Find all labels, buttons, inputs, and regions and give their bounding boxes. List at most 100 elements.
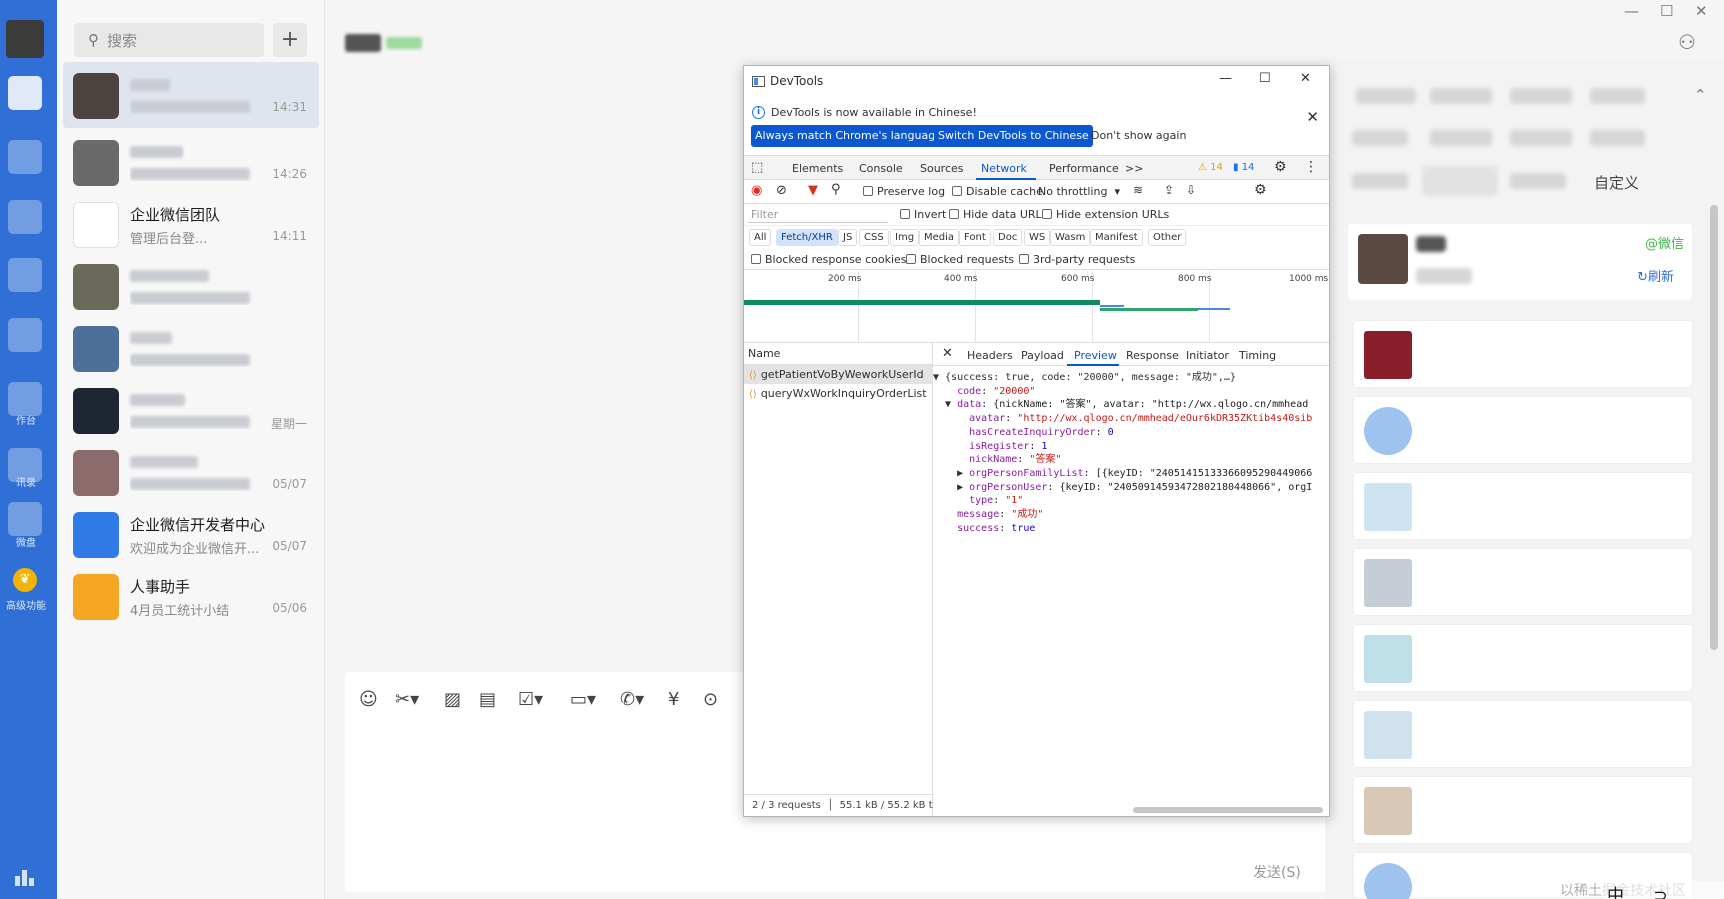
doctor-card[interactable] — [1353, 320, 1693, 388]
doctor-card[interactable] — [1353, 776, 1693, 844]
chip-doc[interactable]: Doc — [993, 229, 1023, 246]
tab-network[interactable]: Network — [981, 162, 1027, 175]
panel-tab-8[interactable] — [1590, 130, 1645, 146]
chip-img[interactable]: Img — [890, 229, 920, 246]
doctor-card[interactable] — [1353, 700, 1693, 768]
blocked-cookies-checkbox[interactable]: Blocked response cookies — [751, 253, 907, 266]
panel-tab-4[interactable] — [1590, 88, 1645, 104]
tab-initiator[interactable]: Initiator — [1186, 349, 1229, 362]
nav-drive-icon[interactable] — [8, 502, 42, 536]
conversation-item[interactable]: 人事助手 4月员工统计小结 05/06 — [63, 563, 319, 629]
kebab-menu-icon[interactable]: ⋮ — [1304, 159, 1318, 175]
devtools-maximize-icon[interactable]: ☐ — [1259, 71, 1271, 86]
nav-docs-icon[interactable] — [8, 140, 42, 174]
request-row[interactable]: ⟨⟩ getPatientVoByWeworkUserId — [744, 365, 932, 384]
json-preview[interactable]: ▼ {success: true, code: "20000", message… — [933, 371, 1329, 535]
chip-font[interactable]: Font — [959, 229, 991, 246]
warnings-badge[interactable]: ⚠ 14 — [1198, 162, 1223, 173]
add-member-icon[interactable]: ⚇ — [1678, 30, 1696, 54]
panel-tab-6[interactable] — [1430, 130, 1492, 146]
chip-other[interactable]: Other — [1148, 229, 1187, 246]
conversation-item[interactable]: 企业微信团队 管理后台登... 14:11 — [63, 191, 319, 257]
nav-messages-icon[interactable] — [8, 76, 42, 110]
doctor-card[interactable] — [1353, 624, 1693, 692]
panel-tab-10[interactable] — [1422, 166, 1498, 196]
ime-indicator[interactable]: 中 ⊃ ， — [1603, 881, 1724, 899]
chip-css[interactable]: CSS — [859, 229, 889, 246]
panel-tab-5[interactable] — [1352, 130, 1408, 146]
conversation-item[interactable]: 14:26 — [63, 129, 319, 195]
import-har-icon[interactable]: ⇪ — [1164, 183, 1174, 197]
switch-language-button[interactable]: Switch DevTools to Chinese — [934, 125, 1093, 147]
nav-meeting-icon[interactable] — [8, 258, 42, 292]
throttling-select[interactable]: No throttling ▾ — [1038, 185, 1120, 198]
inspect-element-icon[interactable]: ⬚ — [751, 160, 763, 175]
conversation-item[interactable]: 星期一 — [63, 377, 319, 443]
panel-tab-2[interactable] — [1430, 88, 1492, 104]
tab-performance[interactable]: Performance — [1049, 162, 1119, 175]
doctor-card[interactable] — [1353, 548, 1693, 616]
tab-timing[interactable]: Timing — [1239, 349, 1276, 362]
nav-workbench-icon[interactable] — [8, 382, 42, 416]
chip-ws[interactable]: WS — [1024, 229, 1051, 246]
chip-all[interactable]: All — [749, 229, 772, 246]
conversation-item[interactable]: 企业微信开发者中心 欢迎成为企业微信开... 05/07 — [63, 501, 319, 567]
conversation-item[interactable]: 05/07 — [63, 439, 319, 505]
panel-tab-7[interactable] — [1510, 130, 1572, 146]
image-icon[interactable]: ▨ — [444, 689, 461, 710]
tab-response[interactable]: Response — [1126, 349, 1179, 362]
panel-tab-1[interactable] — [1356, 88, 1416, 104]
record-icon[interactable]: ◉ — [751, 183, 762, 198]
doctor-card[interactable] — [1353, 396, 1693, 464]
detail-horizontal-scrollbar[interactable] — [1133, 807, 1323, 813]
network-overview-timeline[interactable]: 200 ms 400 ms 600 ms 800 ms 1000 ms — [744, 271, 1329, 343]
chip-fetch-xhr[interactable]: Fetch/XHR — [776, 229, 838, 246]
conversation-item[interactable] — [63, 253, 319, 319]
close-detail-icon[interactable]: ✕ — [942, 346, 953, 361]
nav-calendar-icon[interactable] — [8, 200, 42, 234]
dont-show-again-button[interactable]: Don't show again — [1091, 125, 1186, 147]
folder-icon[interactable]: ▭▾ — [570, 689, 596, 710]
hide-data-urls-checkbox[interactable]: Hide data URLs — [949, 208, 1047, 221]
doctor-card[interactable] — [1353, 472, 1693, 540]
tab-sources[interactable]: Sources — [920, 162, 964, 175]
more-tabs-button[interactable]: >> — [1125, 162, 1143, 175]
tab-console[interactable]: Console — [859, 162, 903, 175]
filter-input[interactable]: Filter — [748, 206, 888, 223]
collapse-icon[interactable]: ⌃ — [1694, 86, 1707, 104]
conversation-item[interactable]: 14:31 — [63, 62, 319, 128]
infobar-close-icon[interactable]: ✕ — [1306, 108, 1319, 126]
blocked-requests-checkbox[interactable]: Blocked requests — [906, 253, 1014, 266]
search-network-icon[interactable]: ⚲ — [831, 182, 841, 197]
clear-icon[interactable]: ⊘ — [776, 183, 787, 198]
chip-manifest[interactable]: Manifest — [1090, 229, 1143, 246]
network-settings-icon[interactable]: ⚙ — [1254, 182, 1267, 198]
tab-payload[interactable]: Payload — [1021, 349, 1064, 362]
panel-tab-9[interactable] — [1352, 173, 1408, 189]
messages-badge[interactable]: ▮ 14 — [1233, 162, 1254, 173]
request-row[interactable]: ⟨⟩ queryWxWorkInquiryOrderList — [744, 384, 932, 403]
minimize-icon[interactable]: — — [1624, 2, 1639, 20]
chip-media[interactable]: Media — [919, 229, 960, 246]
export-har-icon[interactable]: ⇩ — [1186, 183, 1196, 197]
third-party-checkbox[interactable]: 3rd-party requests — [1019, 253, 1135, 266]
screenshot-icon[interactable]: ✂▾ — [395, 689, 419, 710]
match-language-button[interactable]: Always match Chrome's language — [751, 125, 946, 147]
send-button[interactable]: 发送(S) — [1253, 862, 1301, 882]
advanced-features-icon[interactable]: ❦ — [13, 568, 37, 592]
document-icon[interactable]: ▤ — [479, 689, 496, 710]
chip-js[interactable]: JS — [838, 229, 858, 246]
devtools-close-icon[interactable]: ✕ — [1300, 71, 1311, 86]
hide-extension-urls-checkbox[interactable]: Hide extension URLs — [1042, 208, 1169, 221]
panel-tab-custom[interactable]: 自定义 — [1594, 172, 1639, 193]
payment-icon[interactable]: ¥ — [668, 689, 679, 710]
nav-mail-icon[interactable] — [8, 318, 42, 352]
panel-scrollbar[interactable] — [1710, 205, 1718, 650]
panel-tab-3[interactable] — [1510, 88, 1572, 104]
tab-preview[interactable]: Preview — [1074, 349, 1117, 362]
more-menu-icon[interactable] — [14, 868, 36, 886]
phone-icon[interactable]: ✆▾ — [620, 689, 644, 710]
devtools-minimize-icon[interactable]: — — [1219, 71, 1232, 86]
invert-checkbox[interactable]: Invert — [900, 208, 946, 221]
todo-icon[interactable]: ☑▾ — [518, 689, 543, 710]
